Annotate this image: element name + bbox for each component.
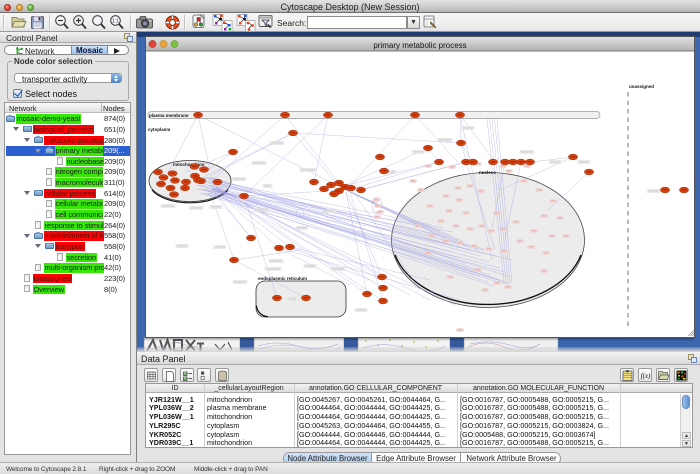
svg-text:unassigned: unassigned: [629, 84, 654, 89]
svg-text:cytoplasm: cytoplasm: [148, 127, 170, 132]
svg-text:1:1: 1:1: [112, 19, 119, 25]
svg-text:primary metabolic process: primary metabolic process: [373, 41, 466, 50]
svg-text:plasma membrane: plasma membrane: [149, 113, 189, 118]
svg-text:f(x): f(x): [641, 372, 651, 380]
svg-text:nucleus: nucleus: [479, 170, 497, 175]
